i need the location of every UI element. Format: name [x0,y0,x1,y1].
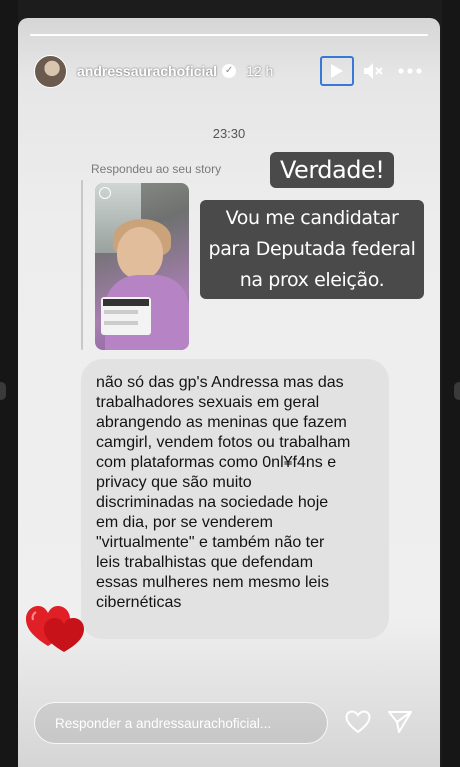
reply-indicator-bar [81,180,83,350]
replied-label: Respondeu ao seu story [91,162,222,176]
text-sticker-candidatar: Vou me candidatar para Deputada federal … [200,200,424,299]
right-edge [442,0,460,767]
like-button[interactable] [344,708,372,736]
story-header: andressaurachoficial ✓ 12 h [34,54,424,88]
red-hearts-sticker [26,606,84,652]
dm-message-bubble: não só das gp's Andressa mas das trabalh… [81,359,389,639]
left-edge [0,0,18,767]
play-button[interactable] [320,56,354,86]
heart-outline-icon [345,710,371,734]
story-progress-bar [30,34,428,36]
more-options-button[interactable] [396,60,424,82]
text-sticker-verdade: Verdade! [270,152,395,188]
mute-button[interactable] [362,60,384,82]
send-button[interactable] [386,708,414,736]
thumbnail-face [117,227,163,279]
thumbnail-question-card [101,297,151,335]
paper-plane-icon [388,711,412,733]
story-controls [320,56,424,86]
story-frame[interactable]: andressaurachoficial ✓ 12 h 23:30 Respon… [18,18,440,767]
muted-speaker-icon [364,63,383,79]
username[interactable]: andressaurachoficial [77,63,217,79]
verified-badge-icon: ✓ [222,64,237,78]
card-header-bar [103,299,149,306]
next-story-handle[interactable] [454,382,460,400]
reply-input[interactable]: Responder a andressaurachoficial... [34,702,328,744]
story-thumbnail[interactable] [95,183,189,350]
more-options-icon [398,68,422,74]
card-row [104,321,138,325]
previous-story-handle[interactable] [0,382,6,400]
thumbnail-check-icon [99,187,111,199]
post-time: 12 h [246,63,274,79]
card-row [104,310,138,314]
dm-timestamp: 23:30 [212,126,246,141]
avatar[interactable] [34,54,67,88]
play-icon [331,64,343,78]
